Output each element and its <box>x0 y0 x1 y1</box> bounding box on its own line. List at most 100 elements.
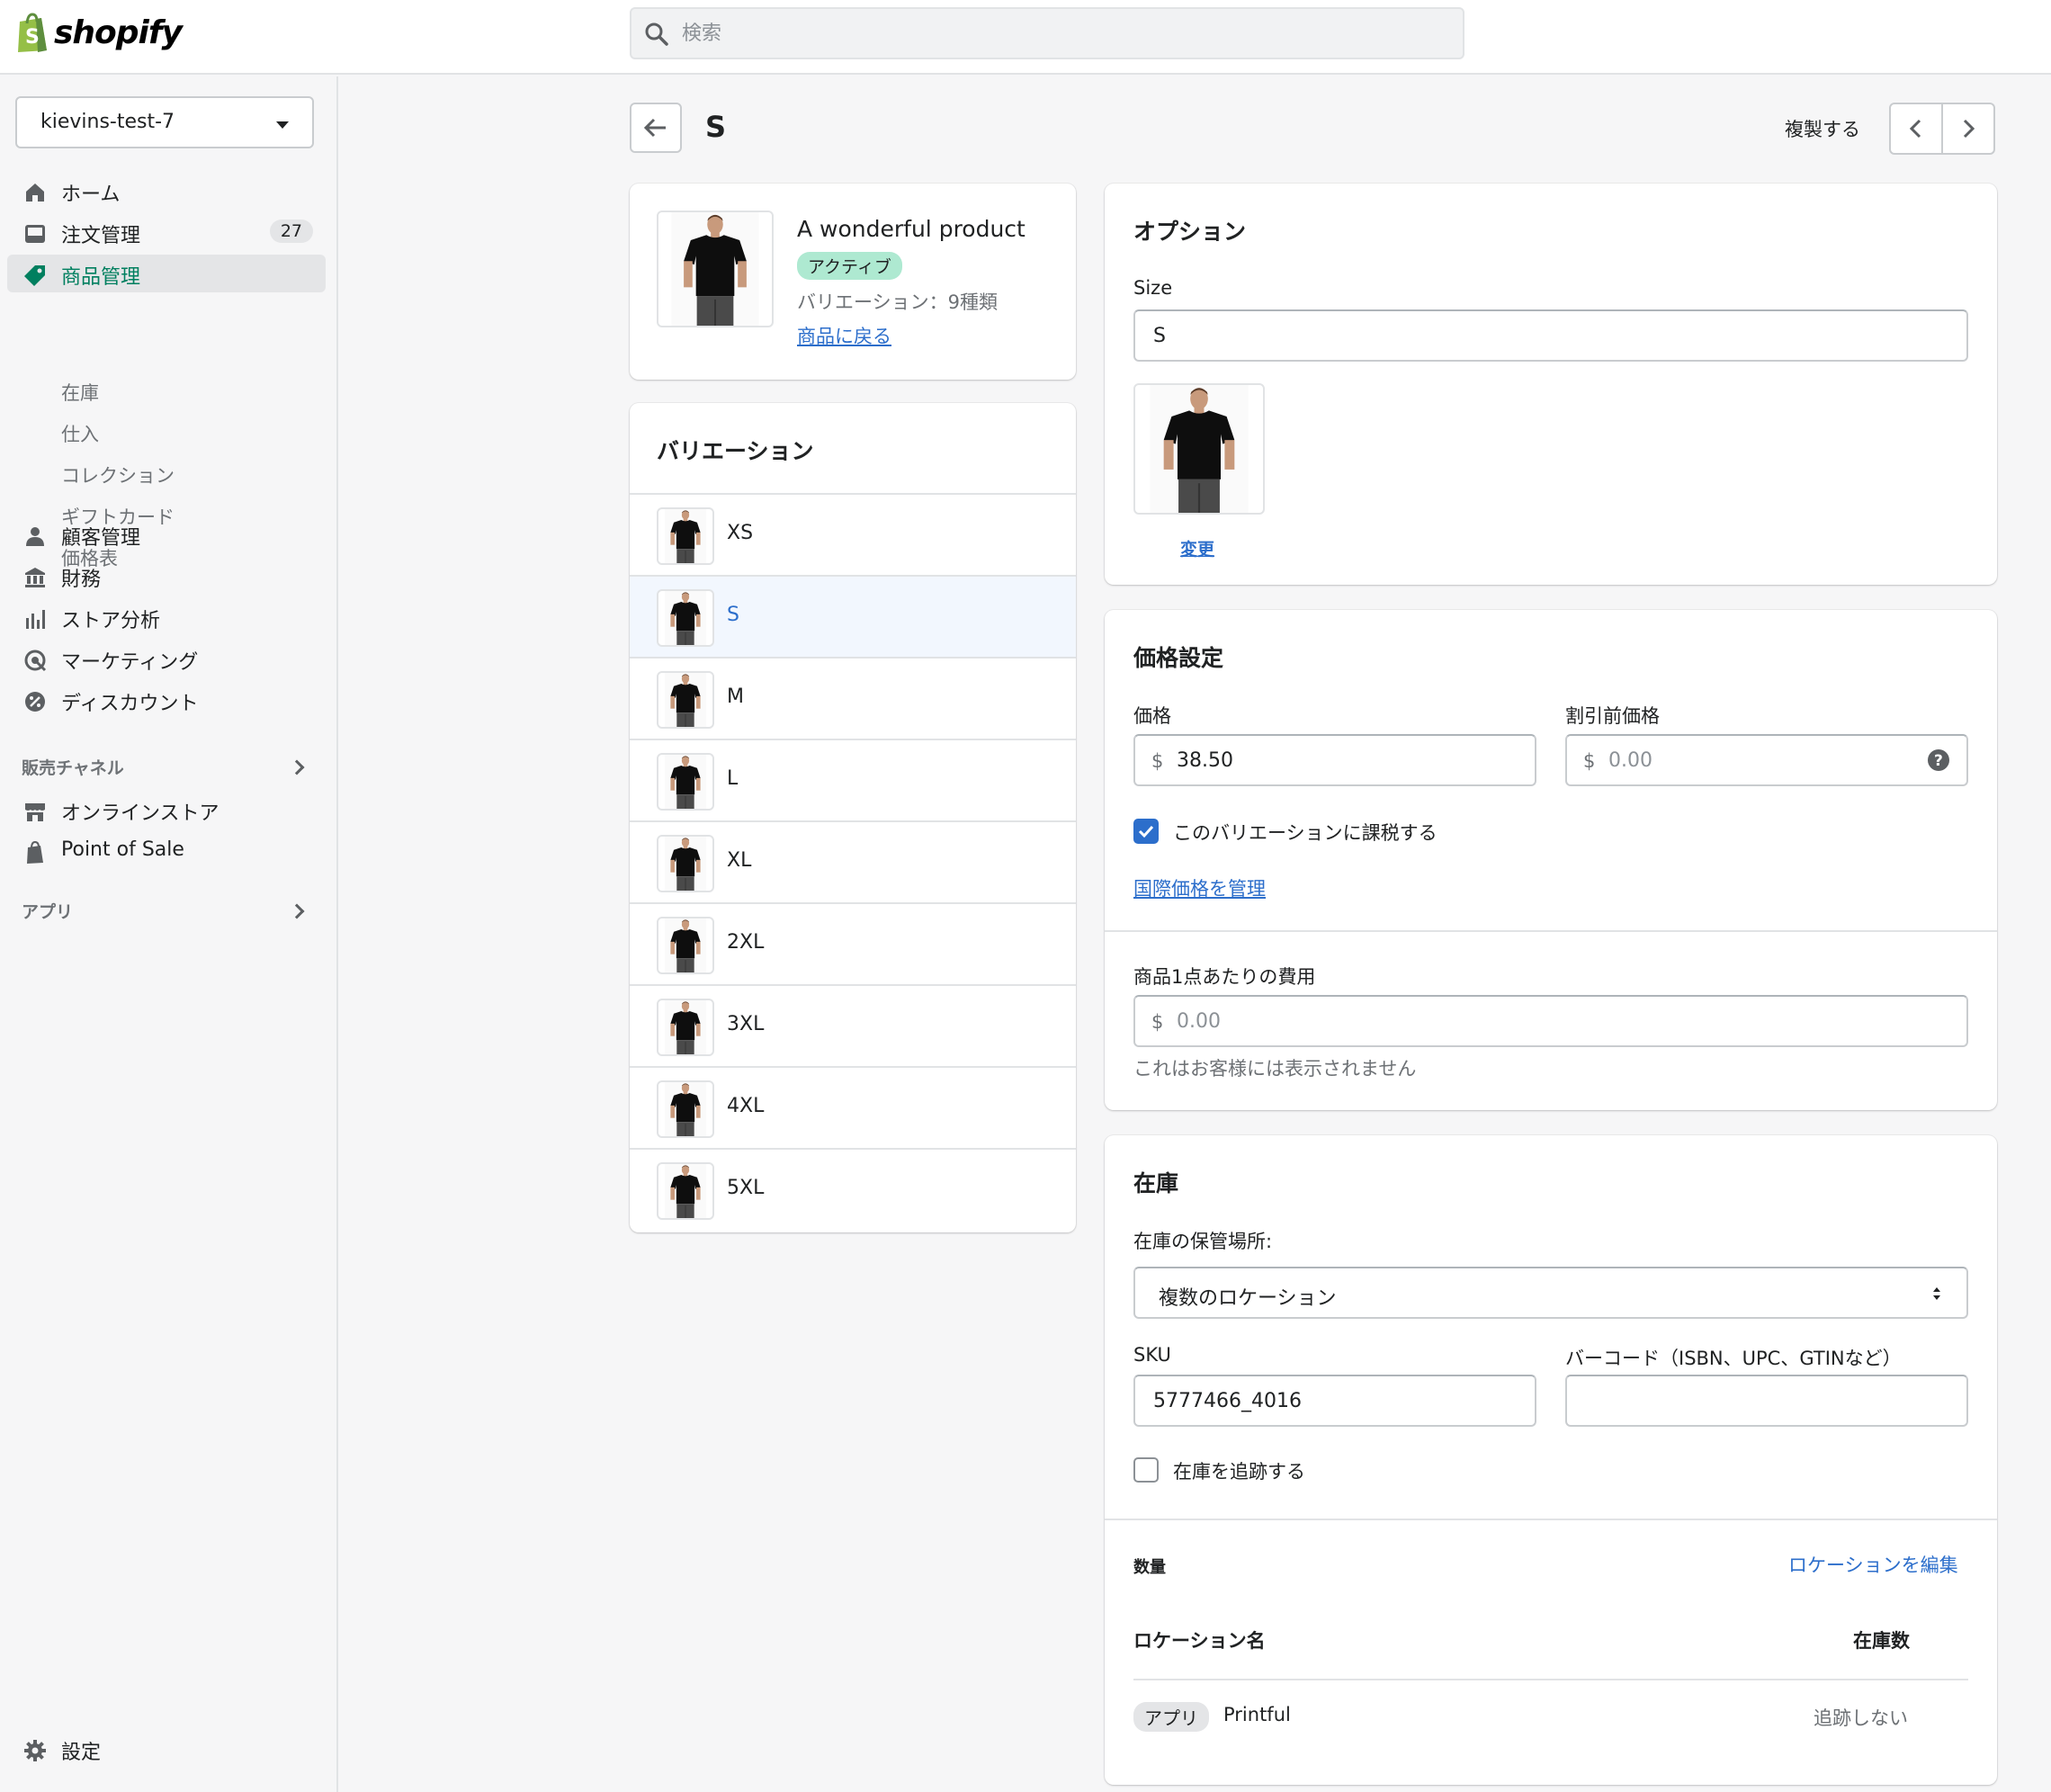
checkmark-icon <box>1138 825 1154 838</box>
chevron-right-icon[interactable] <box>289 903 305 919</box>
international-pricing-link[interactable]: 国際価格を管理 <box>1133 874 1266 901</box>
store-icon <box>25 803 45 821</box>
bank-icon <box>25 568 45 587</box>
tshirt-image <box>658 673 712 727</box>
nav-orders[interactable]: 注文管理 27 <box>7 213 326 251</box>
store-selector[interactable]: kievins-test-7 <box>15 96 314 148</box>
nav-sub-purchase[interactable]: 仕入 <box>61 420 99 447</box>
search-input[interactable] <box>682 9 1455 58</box>
currency-prefix: $ <box>1151 1011 1164 1033</box>
shopify-logo[interactable]: S shopify <box>14 11 183 54</box>
nav-discounts-label: ディスカウント <box>61 693 199 715</box>
nav-home[interactable]: ホーム <box>7 172 326 210</box>
currency-prefix: $ <box>1151 750 1164 772</box>
nav-analytics[interactable]: ストア分析 <box>7 598 326 636</box>
nav-settings[interactable]: 設定 <box>7 1730 326 1768</box>
tshirt-image <box>658 1082 712 1136</box>
nav-online-store[interactable]: オンラインストア <box>7 791 326 829</box>
sales-channels-title: 販売チャネル <box>22 758 124 778</box>
variant-thumbnail <box>657 507 714 565</box>
sku-field[interactable]: 5777466_4016 <box>1133 1375 1536 1427</box>
nav-sub-inventory[interactable]: 在庫 <box>61 379 99 406</box>
search-bar[interactable] <box>630 7 1464 59</box>
variant-row[interactable]: XL <box>630 820 1076 903</box>
variant-row[interactable]: 5XL <box>630 1148 1076 1231</box>
variant-label: 2XL <box>727 931 765 954</box>
barcode-field[interactable] <box>1565 1375 1968 1427</box>
store-name: kievins-test-7 <box>40 111 175 133</box>
variant-row[interactable]: L <box>630 739 1076 821</box>
cost-field[interactable]: $ 0.00 <box>1133 995 1968 1047</box>
tshirt-image <box>658 918 712 972</box>
compare-price-value: 0.00 <box>1608 749 1652 772</box>
variant-thumbnail <box>657 1162 714 1220</box>
price-label: 価格 <box>1133 705 1171 727</box>
back-button[interactable] <box>630 103 682 153</box>
divider <box>1133 1679 1968 1680</box>
previous-variant-button[interactable] <box>1889 103 1943 155</box>
discount-icon <box>25 692 45 712</box>
variant-label: XS <box>727 522 754 544</box>
options-title: オプション <box>1133 219 1247 245</box>
track-inventory-checkbox[interactable] <box>1133 1457 1159 1483</box>
variant-row[interactable]: 4XL <box>630 1066 1076 1149</box>
tag-icon <box>24 265 45 286</box>
variant-label: 4XL <box>727 1095 765 1117</box>
nav-online-store-label: オンラインストア <box>61 802 219 825</box>
change-image-link[interactable]: 変更 <box>1180 536 1214 560</box>
home-icon <box>26 184 44 202</box>
nav-marketing[interactable]: マーケティング <box>7 640 326 677</box>
help-icon[interactable]: ? <box>1927 748 1950 772</box>
tshirt-image <box>658 755 712 809</box>
tax-checkbox[interactable] <box>1133 819 1159 844</box>
chevron-right-icon[interactable] <box>289 759 305 775</box>
caret-down-icon <box>276 121 289 129</box>
nav-home-label: ホーム <box>61 184 121 206</box>
nav-orders-label: 注文管理 <box>61 225 141 247</box>
chevron-left-icon <box>1909 119 1921 139</box>
divider <box>1105 930 1997 932</box>
variant-row[interactable]: S <box>630 575 1076 658</box>
nav-point-of-sale[interactable]: Point of Sale <box>7 832 326 870</box>
tshirt-image <box>658 509 712 563</box>
variant-row[interactable]: 2XL <box>630 902 1076 985</box>
inbox-icon <box>25 225 45 243</box>
tshirt-image <box>1135 385 1263 513</box>
nav-customers[interactable]: 顧客管理 <box>7 515 326 553</box>
variant-row[interactable]: M <box>630 657 1076 739</box>
variant-label: L <box>727 767 739 790</box>
sidebar: kievins-test-7 ホーム 注文管理 27 商品管理 在庫 仕入 コレ… <box>0 76 338 1792</box>
compare-price-label: 割引前価格 <box>1565 705 1660 727</box>
back-to-product-link[interactable]: 商品に戻る <box>797 322 891 349</box>
tshirt-image <box>658 1164 712 1218</box>
inventory-card: 在庫 在庫の保管場所: 複数のロケーション SKU 5777466_4016 バ… <box>1105 1135 1997 1785</box>
nav-pos-label: Point of Sale <box>61 838 184 861</box>
next-variant-button[interactable] <box>1941 103 1995 155</box>
product-thumbnail <box>657 211 774 327</box>
status-badge: アクティブ <box>797 252 902 280</box>
cost-label: 商品1点あたりの費用 <box>1133 966 1316 988</box>
duplicate-button[interactable]: 複製する <box>1785 115 1860 142</box>
sku-value: 5777466_4016 <box>1153 1390 1302 1412</box>
price-field[interactable]: $ 38.50 <box>1133 734 1536 786</box>
product-name: A wonderful product <box>797 216 1026 242</box>
compare-price-field[interactable]: $ 0.00 ? <box>1565 734 1968 786</box>
nav-discounts[interactable]: ディスカウント <box>7 681 326 719</box>
nav-products[interactable]: 商品管理 <box>7 255 326 292</box>
location-select[interactable]: 複数のロケーション <box>1133 1267 1968 1319</box>
tshirt-image <box>658 212 772 326</box>
size-field[interactable]: S <box>1133 309 1968 362</box>
pos-bag-icon <box>27 841 43 864</box>
variant-row[interactable]: XS <box>630 493 1076 576</box>
nav-sub-collections[interactable]: コレクション <box>61 461 175 488</box>
variant-row[interactable]: 3XL <box>630 984 1076 1067</box>
variant-thumbnail <box>657 671 714 729</box>
cost-help-text: これはお客様には表示されません <box>1133 1058 1417 1080</box>
edit-locations-link[interactable]: ロケーションを編集 <box>1788 1551 1958 1578</box>
nav-customers-label: 顧客管理 <box>61 527 141 550</box>
variant-count: バリエーション：9種類 <box>797 291 998 313</box>
variant-image[interactable] <box>1133 383 1265 515</box>
pricing-title: 価格設定 <box>1133 645 1224 671</box>
price-value: 38.50 <box>1177 749 1233 772</box>
nav-finance[interactable]: 財務 <box>7 557 326 595</box>
